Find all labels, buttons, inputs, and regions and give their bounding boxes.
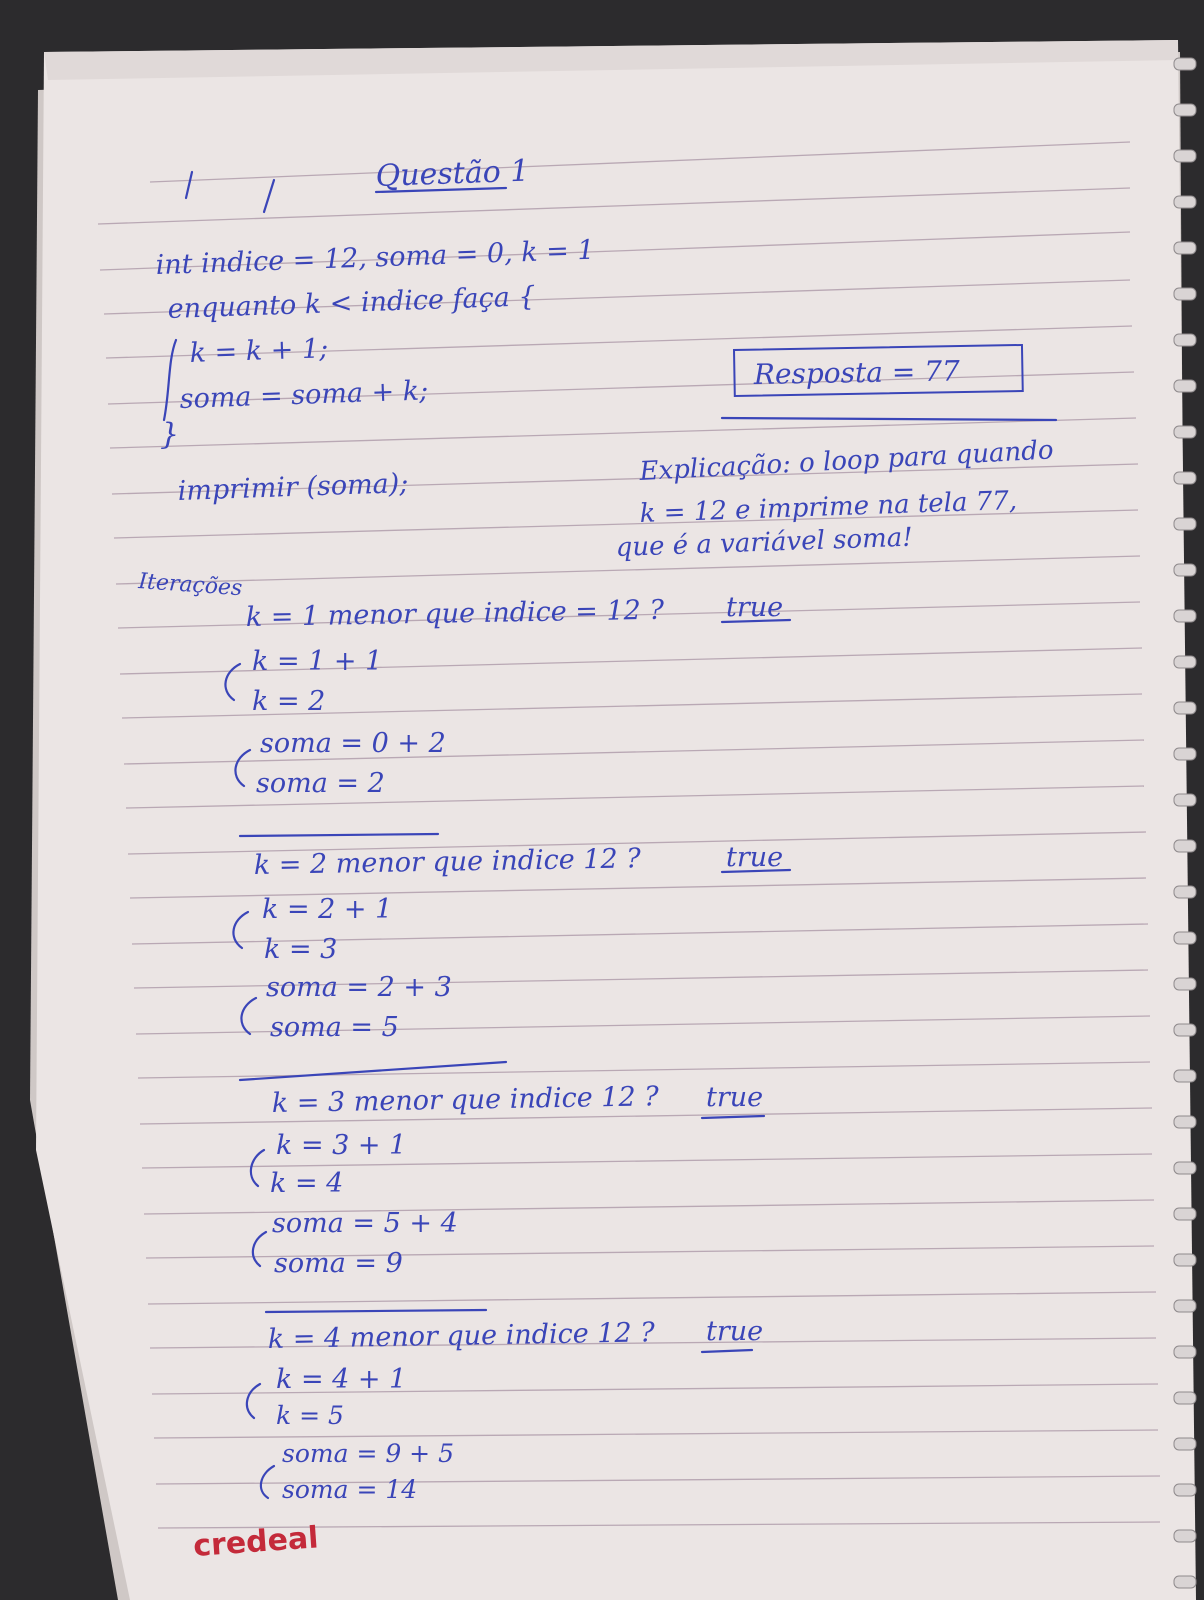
iteration-k-expr: k = 3 + 1 bbox=[276, 1130, 406, 1161]
iteration-result: true bbox=[726, 842, 783, 873]
iteration-soma-expr: soma = 2 + 3 bbox=[266, 972, 452, 1003]
answer-text: Resposta = 77 bbox=[753, 354, 961, 391]
iteration-soma-expr: soma = 5 + 4 bbox=[272, 1208, 458, 1239]
iteration-k-val: k = 3 bbox=[264, 934, 337, 965]
iteration-soma-expr: soma = 0 + 2 bbox=[260, 728, 446, 759]
iteration-soma-val: soma = 14 bbox=[282, 1475, 417, 1504]
iteration-result: true bbox=[706, 1082, 763, 1113]
notebook-photo: Questão 1 int indice = 12, soma = 0, k =… bbox=[0, 0, 1204, 1600]
iteration-k-val: k = 2 bbox=[252, 686, 325, 717]
code-body-line-1: k = k + 1; bbox=[189, 333, 329, 369]
iteration-soma-val: soma = 2 bbox=[256, 768, 385, 799]
iteration-result: true bbox=[706, 1316, 763, 1347]
iteration-k-expr: k = 4 + 1 bbox=[276, 1364, 406, 1395]
iteration-k-val: k = 5 bbox=[276, 1401, 344, 1430]
iteration-k-val: k = 4 bbox=[270, 1168, 343, 1199]
iteration-k-expr: k = 1 + 1 bbox=[252, 646, 382, 677]
iteration-result: true bbox=[726, 592, 783, 623]
code-closing-brace: } bbox=[160, 417, 179, 452]
iteration-soma-val: soma = 5 bbox=[270, 1012, 399, 1043]
iteration-soma-expr: soma = 9 + 5 bbox=[282, 1439, 454, 1468]
notebook-page: Questão 1 int indice = 12, soma = 0, k =… bbox=[0, 0, 1204, 1600]
iteration-soma-val: soma = 9 bbox=[274, 1248, 403, 1279]
iteration-k-expr: k = 2 + 1 bbox=[262, 894, 392, 925]
